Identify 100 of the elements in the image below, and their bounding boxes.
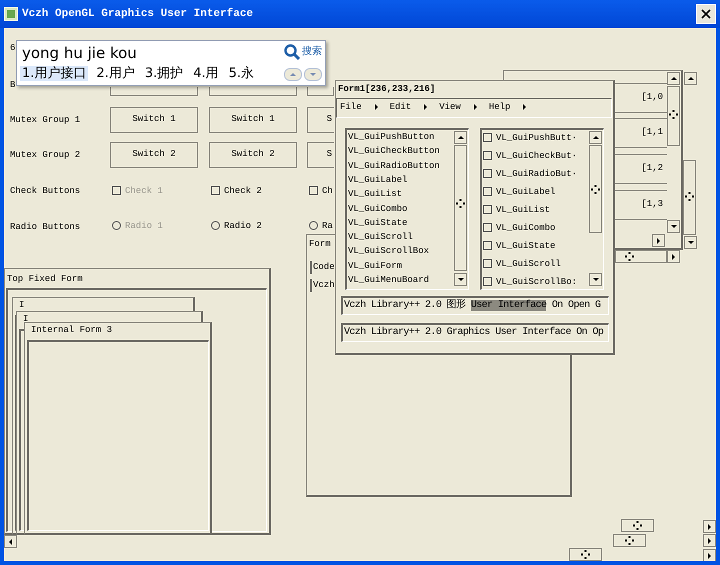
arrow-up-icon	[686, 74, 694, 82]
scroll-up-button[interactable]	[589, 131, 602, 144]
arrow-down-icon	[456, 276, 464, 284]
checkbox[interactable]	[211, 186, 220, 195]
grid-cell: [1,0	[612, 83, 667, 113]
arrow-down-icon	[670, 222, 678, 230]
checkbox[interactable]	[483, 187, 492, 196]
scroll-right-button[interactable]	[703, 534, 716, 547]
scroll-up-button[interactable]	[667, 72, 680, 85]
row-label: Mutex Group 2	[10, 151, 80, 160]
label-fragment: 6	[10, 44, 16, 53]
move-icon	[669, 110, 678, 119]
switch-button[interactable]: S	[307, 107, 334, 133]
checkbox-label[interactable]: VL_GuiState	[496, 240, 556, 251]
scroll-down-button[interactable]	[684, 236, 697, 249]
list-item[interactable]: VL_GuiCheckButton	[348, 147, 440, 156]
row-label: Radio Buttons	[10, 223, 80, 232]
push-button[interactable]	[209, 87, 297, 96]
checkbox-label[interactable]: VL_GuiCheckBut·	[496, 150, 578, 161]
search-icon	[284, 44, 300, 60]
ime-candidate[interactable]: 3.拥护	[142, 66, 186, 81]
switch-button[interactable]: Switch 1	[209, 107, 297, 133]
arrow-down-icon	[309, 70, 317, 78]
arrow-up-icon	[456, 134, 464, 142]
move-icon	[591, 185, 600, 194]
menu-item[interactable]: File	[340, 103, 362, 112]
list-item[interactable]: VL_GuiPushButton	[348, 133, 434, 142]
checkbox-label[interactable]: Check 2	[224, 186, 262, 196]
window-title: Top Fixed Form	[7, 275, 83, 284]
scroll-left-button[interactable]	[4, 535, 17, 548]
move-icon	[456, 199, 465, 208]
scroll-right-button[interactable]	[667, 250, 680, 263]
scroll-right-button[interactable]	[652, 234, 665, 247]
menu-item[interactable]: Edit	[390, 103, 412, 112]
checkbox[interactable]	[483, 223, 492, 232]
radio-label[interactable]: Radio 2	[224, 220, 262, 231]
switch-button[interactable]: Switch 2	[110, 142, 198, 168]
submenu-arrow-icon	[472, 103, 480, 111]
list-item[interactable]: VL_GuiForm	[348, 262, 402, 271]
row-label: Mutex Group 1	[10, 116, 80, 125]
radio-label[interactable]: Ra	[322, 220, 333, 231]
scroll-right-button[interactable]	[703, 520, 716, 533]
checkbox-label[interactable]: VL_GuiScroll	[496, 258, 561, 269]
push-button[interactable]	[307, 87, 334, 96]
list-item[interactable]: VL_GuiState	[348, 218, 408, 228]
scroll-up-button[interactable]	[684, 72, 697, 85]
list-item[interactable]: VL_GuiCombo	[348, 204, 408, 214]
switch-button[interactable]: S	[307, 142, 334, 168]
grid-cell: [1,1	[612, 118, 667, 148]
checkbox-label[interactable]: VL_GuiRadioBut·	[496, 168, 578, 179]
ime-candidate[interactable]: 5.永	[226, 66, 256, 81]
scroll-down-button[interactable]	[667, 220, 680, 233]
list-item[interactable]: VL_GuiScrollBox	[348, 247, 430, 256]
page-down-button[interactable]	[304, 68, 322, 81]
checkbox[interactable]	[483, 241, 492, 250]
checkbox-label[interactable]: VL_GuiPushButt·	[496, 132, 578, 143]
menu-item[interactable]: Help	[488, 103, 510, 112]
move-handle[interactable]	[569, 548, 602, 561]
list-item[interactable]: VL_GuiScroll	[348, 233, 413, 242]
menu-item[interactable]: View	[439, 103, 461, 112]
checkbox-label[interactable]: VL_GuiList	[496, 204, 550, 215]
checkbox[interactable]	[483, 259, 492, 268]
window-title: I	[19, 301, 24, 310]
move-icon	[625, 252, 634, 261]
arrow-down-icon	[686, 238, 694, 246]
scroll-down-button[interactable]	[589, 273, 602, 286]
radio-button[interactable]	[309, 221, 318, 230]
list-item[interactable]: VL_GuiRadioButton	[348, 162, 440, 171]
page-up-button[interactable]	[284, 68, 302, 81]
list-item[interactable]: VL_GuiLabel	[348, 176, 408, 185]
checkbox[interactable]	[483, 169, 492, 178]
checkbox[interactable]	[483, 277, 492, 286]
checkbox[interactable]	[483, 205, 492, 214]
ime-candidate[interactable]: 2.用户	[94, 66, 137, 81]
switch-button[interactable]: Switch 2	[209, 142, 297, 168]
list-item[interactable]: VL_GuiList	[348, 190, 402, 200]
scroll-up-button[interactable]	[454, 131, 467, 144]
ime-candidate[interactable]: 4.用	[191, 66, 221, 81]
move-icon	[581, 550, 590, 559]
close-button[interactable]	[696, 4, 716, 24]
list-item[interactable]: VL_GuiMenuBoard	[348, 276, 430, 285]
move-handle[interactable]	[621, 519, 654, 532]
push-button[interactable]	[110, 87, 198, 96]
ime-candidate[interactable]: 1.用户接口	[20, 66, 88, 81]
checkbox-label[interactable]: VL_GuiLabel	[496, 186, 556, 197]
checkbox-label[interactable]: VL_GuiScrollBo:	[496, 276, 578, 287]
move-handle[interactable]	[613, 534, 646, 547]
checkbox[interactable]	[309, 186, 318, 195]
checkbox-label[interactable]: VL_GuiCombo	[496, 222, 556, 233]
checkbox[interactable]	[483, 133, 492, 142]
text-field[interactable]: Vczh Library++ 2.0 Graphics User Interface On Op	[341, 323, 609, 342]
scroll-right-button[interactable]	[703, 549, 716, 561]
window-title: I	[23, 315, 28, 324]
radio-button[interactable]	[211, 221, 220, 230]
scroll-down-button[interactable]	[454, 273, 467, 286]
ime-input[interactable]: yong hu jie kou	[22, 46, 137, 61]
checkbox[interactable]	[483, 151, 492, 160]
checkbox-label[interactable]: Ch	[322, 186, 333, 196]
search-label[interactable]: 搜索	[302, 47, 322, 57]
switch-button[interactable]: Switch 1	[110, 107, 198, 133]
